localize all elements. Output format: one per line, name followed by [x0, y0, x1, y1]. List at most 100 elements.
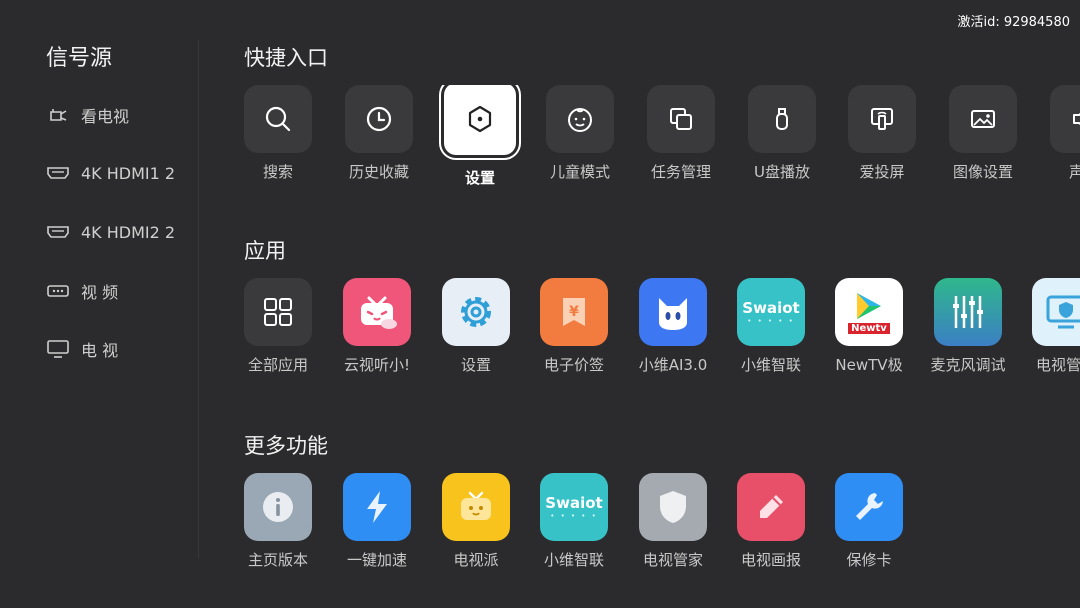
quick-item-picture[interactable]: 图像设置	[933, 85, 1033, 182]
quick-item-label: U盘播放	[754, 163, 810, 181]
app-item-swaiot[interactable]: Swaiot • • • • • 小维智联	[721, 278, 821, 375]
quick-item-cast[interactable]: 爱投屏	[832, 85, 932, 182]
activation-id: 激活id: 92984580	[957, 15, 1070, 30]
app-item-tv-manager[interactable]: 电视管家	[1016, 278, 1080, 375]
app-item-mic-tuning[interactable]: 麦克风调试	[918, 278, 1018, 375]
more-row: 主页版本 一键加速 电视派 Swaiot • • • • • 小维智联 电视管家 …	[244, 473, 1080, 593]
source-item-hdmi1[interactable]: 4K HDMI1 2	[46, 159, 186, 187]
source-item-monitor[interactable]: 电 视	[46, 335, 186, 363]
quick-row: 搜索 历史收藏 设置 儿童模式 任务管理 U盘播放 爱投屏 图像设置 声音	[244, 85, 1080, 205]
app-item-label: 电视管家	[1035, 356, 1080, 374]
app-item-label: 小维AI3.0	[638, 356, 708, 374]
price-tag-icon: ¥	[563, 298, 585, 326]
more-item-boost[interactable]: 一键加速	[327, 473, 427, 570]
quick-item-label: 任务管理	[650, 163, 711, 181]
sidebar-title: 信号源	[46, 46, 113, 71]
swaiot-logo-icon: Swaiot	[742, 299, 800, 317]
grid-icon	[264, 298, 292, 326]
quick-item-label: 搜索	[262, 163, 293, 181]
source-item-label: 看电视	[81, 107, 130, 126]
settings-hexagon-icon	[468, 105, 492, 133]
quick-item-history[interactable]: 历史收藏	[329, 85, 429, 182]
app-item-settings[interactable]: 设置	[426, 278, 526, 375]
search-icon	[265, 106, 291, 132]
newtv-logo-icon	[857, 292, 881, 319]
antenna-tv-icon	[46, 106, 70, 124]
lightning-icon	[367, 491, 387, 523]
shield-icon	[660, 491, 686, 523]
swaiot-logo-icon: Swaiot	[545, 494, 603, 512]
image-icon	[971, 110, 995, 128]
speaker-icon	[1073, 113, 1080, 125]
cat-face-icon	[659, 298, 687, 330]
newtv-wordmark: Newtv	[848, 322, 890, 334]
more-item-tvpai[interactable]: 电视派	[426, 473, 526, 570]
more-item-warranty[interactable]: 保修卡	[819, 473, 919, 570]
mixer-sliders-icon	[953, 296, 983, 328]
source-item-label: 4K HDMI1 2	[81, 163, 176, 183]
tv-mascot-icon	[361, 296, 397, 329]
hdmi-port-icon	[46, 164, 70, 182]
logo-dots: • • • • •	[550, 512, 598, 520]
app-item-price-tag[interactable]: ¥ 电子价签	[524, 278, 624, 375]
usb-drive-icon	[776, 108, 788, 130]
app-item-label: 电子价签	[543, 356, 604, 374]
quick-item-usb[interactable]: U盘播放	[732, 85, 832, 182]
sidebar-divider	[198, 40, 199, 558]
app-item-label: 全部应用	[247, 356, 308, 374]
app-item-label: NewTV极	[835, 356, 903, 374]
quick-item-settings[interactable]: 设置	[430, 85, 530, 188]
source-sidebar: 信号源 看电视 4K HDMI1 2 4K HDMI2 2 视 频 电 视	[0, 0, 198, 608]
more-item-label: 保修卡	[846, 551, 892, 569]
section-title-more: 更多功能	[244, 434, 328, 458]
app-item-newtv[interactable]: Newtv NewTV极	[819, 278, 919, 375]
source-item-tv[interactable]: 看电视	[46, 101, 186, 129]
more-item-label: 主页版本	[247, 551, 308, 569]
source-item-label: 电 视	[81, 341, 119, 360]
quick-item-label: 声音	[1068, 163, 1080, 181]
source-item-label: 视 频	[81, 283, 119, 302]
clock-icon	[366, 106, 392, 132]
section-title-apps: 应用	[244, 239, 286, 263]
quick-item-sound[interactable]: 声音	[1034, 85, 1080, 182]
more-item-label: 一键加速	[346, 551, 407, 569]
quick-item-label: 图像设置	[952, 163, 1013, 181]
more-item-tv-pictorial[interactable]: 电视画报	[721, 473, 821, 570]
info-icon	[263, 492, 293, 522]
quick-item-label: 历史收藏	[348, 163, 409, 181]
gear-icon	[461, 297, 491, 327]
more-item-label: 电视画报	[740, 551, 801, 569]
source-item-av[interactable]: 视 频	[46, 277, 186, 305]
quick-item-label: 爱投屏	[859, 163, 905, 181]
more-item-label: 小维智联	[543, 551, 604, 569]
app-item-xiaowei-ai[interactable]: 小维AI3.0	[623, 278, 723, 375]
child-face-icon	[568, 108, 592, 132]
more-item-swaiot[interactable]: Swaiot • • • • • 小维智联	[524, 473, 624, 570]
more-item-tv-manager[interactable]: 电视管家	[623, 473, 723, 570]
av-port-icon	[46, 282, 70, 300]
tv-shield-icon	[1046, 295, 1080, 329]
logo-dots: • • • • •	[747, 317, 795, 325]
quick-item-search[interactable]: 搜索	[244, 85, 328, 182]
app-item-label: 设置	[460, 356, 491, 374]
windows-stack-icon	[670, 108, 692, 130]
app-item-all-apps[interactable]: 全部应用	[244, 278, 328, 375]
hdmi-port-icon	[46, 223, 70, 241]
app-item-label: 小维智联	[740, 356, 801, 374]
monitor-icon	[46, 340, 70, 358]
pencil-icon	[760, 495, 783, 518]
more-item-version[interactable]: 主页版本	[244, 473, 328, 570]
quick-item-kids[interactable]: 儿童模式	[530, 85, 630, 182]
quick-item-label: 儿童模式	[549, 163, 610, 181]
source-item-hdmi2[interactable]: 4K HDMI2 2	[46, 218, 186, 246]
app-item-label: 麦克风调试	[930, 356, 1006, 374]
more-item-label: 电视派	[453, 551, 499, 569]
tv-face-icon	[461, 491, 491, 520]
app-item-label: 云视听小!	[343, 356, 410, 374]
section-title-quick: 快捷入口	[244, 46, 328, 70]
quick-item-tasks[interactable]: 任务管理	[631, 85, 731, 182]
app-item-yunshiting[interactable]: 云视听小!	[327, 278, 427, 375]
source-item-label: 4K HDMI2 2	[81, 222, 176, 242]
quick-item-label: 设置	[464, 169, 495, 187]
svg-text:¥: ¥	[569, 304, 579, 320]
